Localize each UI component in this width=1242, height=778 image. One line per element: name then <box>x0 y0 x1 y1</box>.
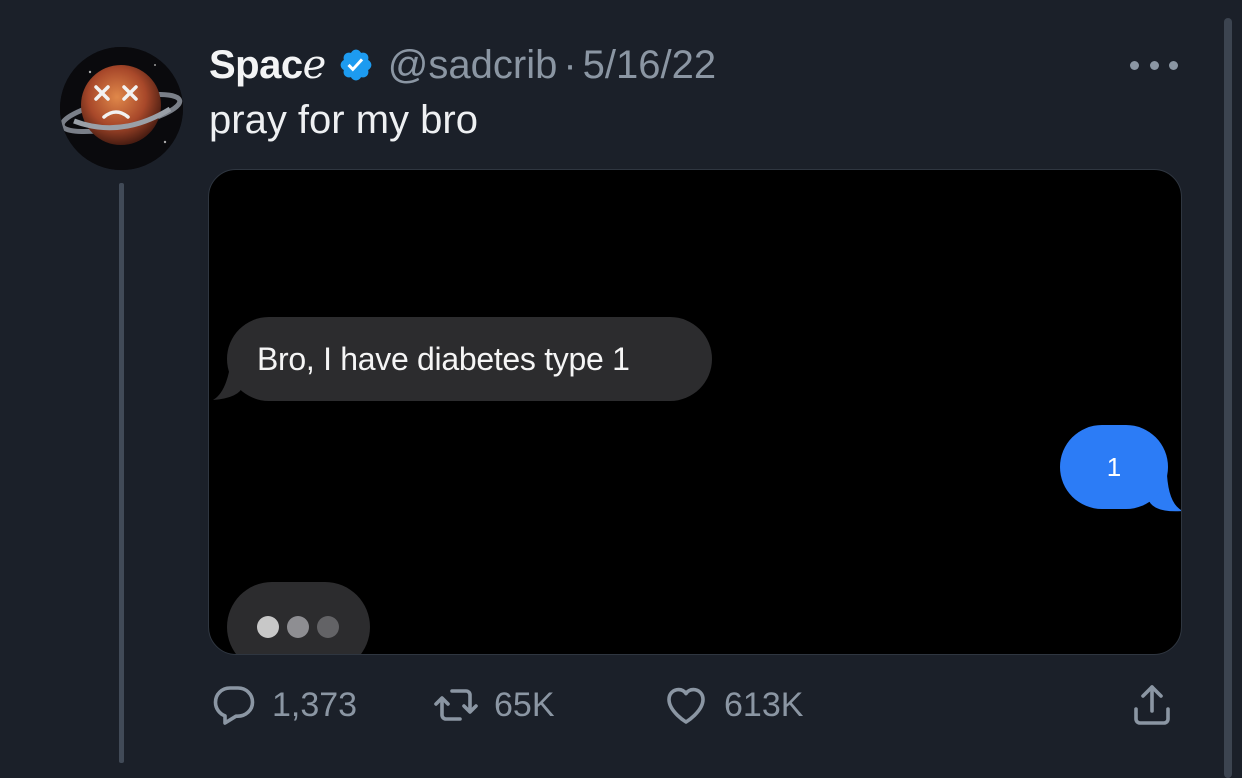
ellipsis-icon-dot <box>1169 60 1178 70</box>
reply-count: 1,373 <box>272 685 358 724</box>
typing-dot <box>257 616 279 638</box>
thread-line <box>119 183 124 763</box>
heart-icon <box>667 687 705 724</box>
ellipsis-icon-dot <box>1130 60 1139 70</box>
typing-indicator <box>227 582 370 654</box>
retweet-icon <box>434 689 478 721</box>
typing-dot <box>287 616 309 638</box>
like-button[interactable]: 613K <box>662 680 803 730</box>
typing-dot <box>317 616 339 638</box>
retweet-button[interactable]: 65K <box>432 680 555 730</box>
like-count: 613K <box>724 685 804 724</box>
tweet[interactable]: Space @sadcrib · 5/16/22 pray for my bro… <box>0 0 1242 778</box>
handle[interactable]: @sadcrib <box>388 43 558 88</box>
tweet-header: Space @sadcrib · 5/16/22 <box>209 40 716 90</box>
tweet-date[interactable]: 5/16/22 <box>583 43 716 88</box>
share-icon <box>1134 685 1170 725</box>
tweet-text: pray for my bro <box>209 98 478 142</box>
tweet-media[interactable]: Bro, I have diabetes type 1 1 <box>208 169 1182 655</box>
received-message-bubble: Bro, I have diabetes type 1 <box>227 317 712 401</box>
verified-badge-icon <box>340 49 372 81</box>
planet-avatar-icon <box>60 47 183 170</box>
display-name[interactable]: Space <box>209 42 326 88</box>
reply-icon <box>213 686 255 725</box>
retweet-count: 65K <box>494 685 555 724</box>
more-options-button[interactable] <box>1130 50 1178 80</box>
share-button[interactable] <box>1128 680 1176 730</box>
ellipsis-icon-dot <box>1149 60 1159 70</box>
bubble-tail-icon <box>213 360 243 400</box>
action-bar: 1,373 65K 613K <box>0 680 1242 730</box>
reply-button[interactable]: 1,373 <box>210 680 357 730</box>
separator-dot: · <box>563 42 577 87</box>
sent-message-bubble: 1 <box>1060 425 1168 509</box>
scrollbar[interactable] <box>1224 18 1232 778</box>
avatar[interactable] <box>60 47 183 170</box>
